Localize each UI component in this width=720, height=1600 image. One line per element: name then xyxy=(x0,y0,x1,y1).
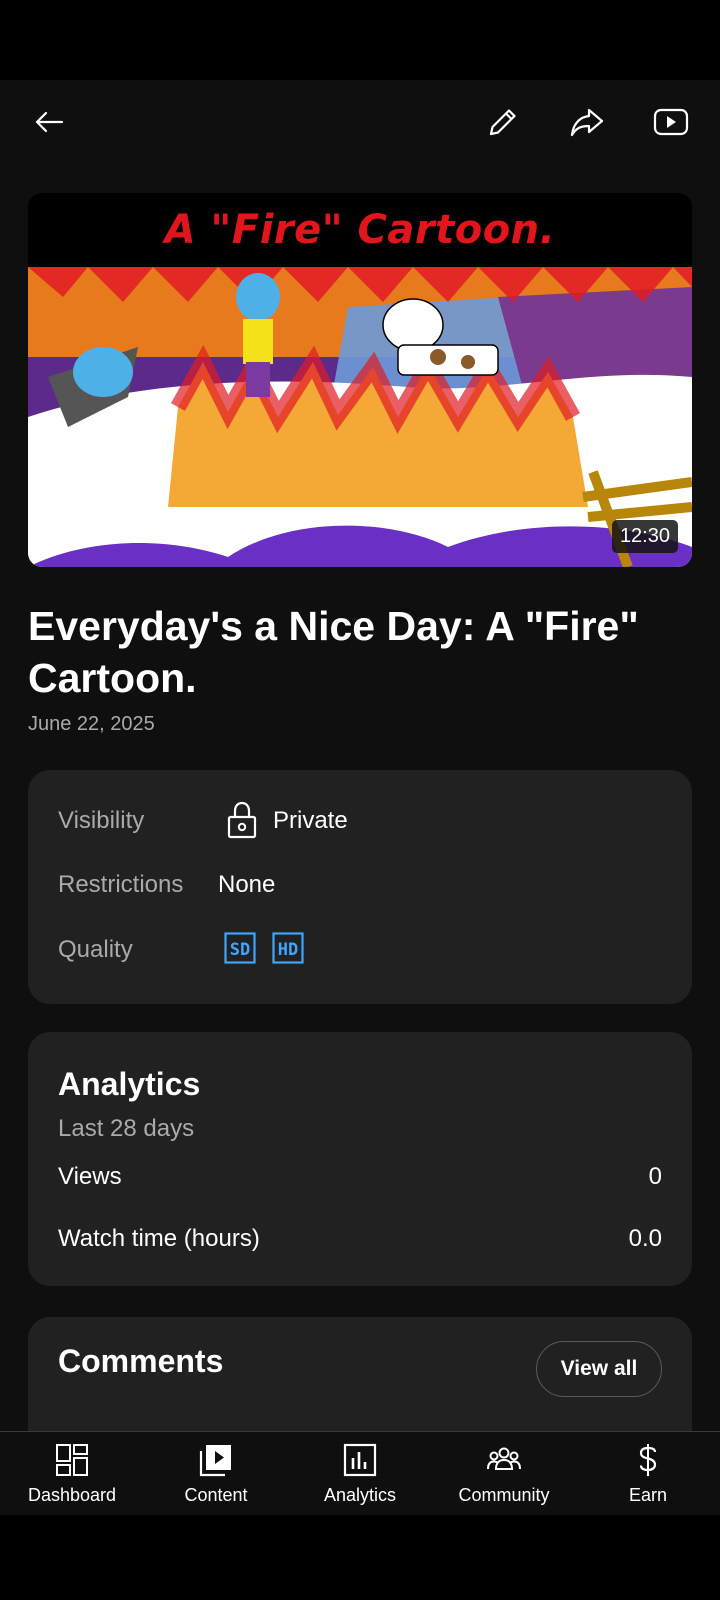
analytics-title: Analytics xyxy=(58,1066,201,1102)
nav-analytics[interactable]: Analytics xyxy=(288,1432,432,1515)
video-title: Everyday's a Nice Day: A "Fire" Cartoon. xyxy=(28,603,639,701)
visibility-value-text: Private xyxy=(273,807,348,834)
dashboard-icon xyxy=(56,1444,88,1476)
bottom-navigation: Dashboard Content Analytics Community Ea… xyxy=(0,1431,720,1515)
visibility-value[interactable]: Private xyxy=(273,807,348,835)
edit-button[interactable] xyxy=(479,98,527,146)
status-bar xyxy=(0,0,720,80)
nav-dashboard-label: Dashboard xyxy=(27,1485,117,1505)
nav-content[interactable]: Content xyxy=(144,1432,288,1515)
community-icon xyxy=(487,1447,521,1470)
nav-dashboard[interactable]: Dashboard xyxy=(0,1432,144,1515)
nav-content-label: Content xyxy=(184,1485,248,1505)
nav-analytics-label: Analytics xyxy=(323,1485,397,1505)
restrictions-label: Restrictions xyxy=(58,871,184,898)
share-button[interactable] xyxy=(563,98,611,146)
watch-time-value: 0.0 xyxy=(628,1225,662,1252)
watch-on-youtube-button[interactable] xyxy=(647,98,695,146)
thumbnail-illustration xyxy=(28,267,692,567)
nav-earn[interactable]: Earn xyxy=(576,1432,720,1515)
publish-date: June 22, 2025 xyxy=(28,713,155,735)
thumbnail-caption: A "Fire" Cartoon. xyxy=(164,207,556,253)
views-value: 0 xyxy=(648,1163,662,1190)
nav-earn-label: Earn xyxy=(628,1485,668,1505)
restrictions-value: None xyxy=(218,871,276,898)
nav-community[interactable]: Community xyxy=(432,1432,576,1515)
duration-badge: 12:30 xyxy=(611,520,678,553)
quality-label: Quality xyxy=(58,936,133,963)
top-toolbar xyxy=(0,80,720,164)
analytics-card[interactable]: Analytics Last 28 days Views 0 Watch tim… xyxy=(28,1032,692,1286)
thumbnail-caption-banner: A "Fire" Cartoon. xyxy=(28,193,692,267)
visibility-label: Visibility xyxy=(58,807,145,834)
system-navigation-bar xyxy=(0,1515,720,1600)
hd-quality-icon: HD xyxy=(272,932,304,964)
watch-time-label: Watch time (hours) xyxy=(58,1225,260,1252)
sd-badge-text: SD xyxy=(230,940,250,960)
back-button[interactable] xyxy=(25,98,73,146)
share-icon xyxy=(570,108,604,137)
nav-community-label: Community xyxy=(458,1485,550,1505)
views-label: Views xyxy=(58,1163,122,1190)
analytics-period: Last 28 days xyxy=(58,1115,195,1142)
content-icon xyxy=(199,1445,231,1477)
pencil-icon xyxy=(489,109,516,136)
youtube-play-icon xyxy=(653,108,689,136)
sd-quality-icon: SD xyxy=(224,932,256,964)
view-all-comments-button[interactable]: View all xyxy=(536,1341,662,1397)
video-details-card: Visibility Private Restrictions None Qua… xyxy=(28,770,692,1004)
video-thumbnail[interactable]: A "Fire" Cartoon. 12:30 xyxy=(28,193,692,567)
comments-title: Comments xyxy=(58,1343,224,1379)
lock-icon xyxy=(227,801,257,839)
dollar-icon xyxy=(639,1444,657,1476)
hd-badge-text: HD xyxy=(278,940,298,960)
video-details-screen: A "Fire" Cartoon. 12:30 Everyday's a Nic… xyxy=(0,80,720,1515)
analytics-icon xyxy=(343,1443,377,1477)
back-arrow-icon xyxy=(35,111,64,133)
